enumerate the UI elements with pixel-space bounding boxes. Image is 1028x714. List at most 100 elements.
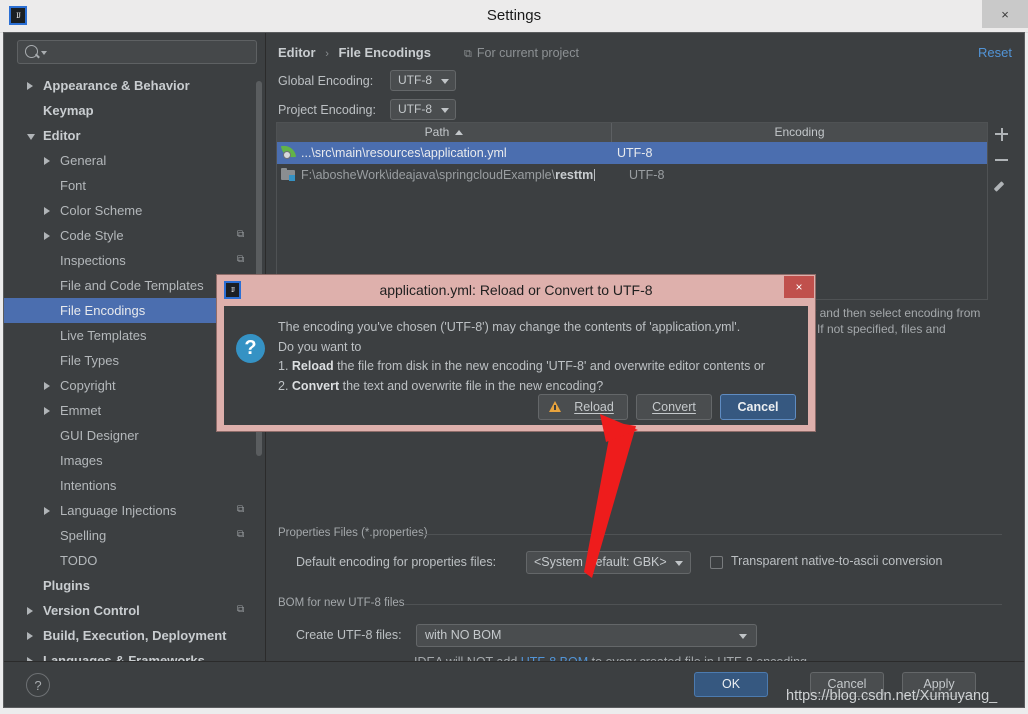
- breadcrumb-separator: ›: [325, 48, 329, 60]
- sort-ascending-icon: [455, 130, 464, 136]
- question-icon: ?: [236, 334, 265, 363]
- sidebar-item-build-execution-deployment[interactable]: Build, Execution, Deployment: [4, 623, 265, 648]
- convert-button[interactable]: Convert: [636, 394, 712, 420]
- chevron-right-icon[interactable]: [44, 507, 50, 515]
- sidebar-item-version-control[interactable]: Version Control ⧉: [4, 598, 265, 623]
- copy-settings-icon[interactable]: ⧉: [237, 229, 248, 241]
- sidebar-item-label: Spelling: [60, 528, 107, 543]
- add-encoding-button[interactable]: [989, 122, 1013, 146]
- chevron-down-icon[interactable]: [27, 134, 35, 140]
- sidebar-item-label: File and Code Templates: [60, 278, 204, 293]
- chevron-down-icon: [441, 108, 449, 113]
- table-row[interactable]: F:\abosheWork\ideajava\springcloudExampl…: [277, 164, 987, 186]
- modal-line4-rest: the text and overwrite file in the new e…: [339, 378, 604, 393]
- modal-message-line-2: Do you want to: [278, 339, 362, 354]
- table-toolbar: [989, 122, 1013, 300]
- create-utf8-files-select[interactable]: with NO BOM: [416, 624, 757, 647]
- sidebar-item-label: File Types: [60, 353, 120, 368]
- sidebar-item-label: Appearance & Behavior: [43, 78, 190, 93]
- checkbox-icon[interactable]: [710, 556, 723, 569]
- search-input[interactable]: [50, 43, 254, 63]
- sidebar-item-inspections[interactable]: Inspections ⧉: [4, 248, 265, 273]
- close-icon[interactable]: ×: [982, 0, 1028, 28]
- table-row[interactable]: ...\src\main\resources\application.yml U…: [277, 142, 987, 164]
- modal-button-row: Reload Convert Cancel: [224, 394, 808, 424]
- edit-encoding-button[interactable]: [989, 174, 1013, 198]
- window-title: Settings: [486, 7, 542, 24]
- sidebar-item-font[interactable]: Font: [4, 173, 265, 198]
- global-encoding-value: UTF-8: [398, 73, 432, 87]
- create-utf8-files-label: Create UTF-8 files:: [296, 628, 402, 642]
- sidebar-item-todo[interactable]: TODO: [4, 548, 265, 573]
- warning-icon-bang: [554, 405, 556, 410]
- text-cursor: [594, 169, 596, 181]
- pencil-icon: [993, 180, 1007, 192]
- project-encoding-select[interactable]: UTF-8: [390, 99, 456, 120]
- global-encoding-select[interactable]: UTF-8: [390, 70, 456, 91]
- for-current-project: ⧉ For current project: [464, 46, 579, 61]
- chevron-right-icon[interactable]: [44, 232, 50, 240]
- chevron-right-icon[interactable]: [27, 632, 33, 640]
- modal-line3-number: 1.: [278, 359, 292, 373]
- modal-cancel-button-label: Cancel: [737, 400, 779, 414]
- properties-group-title: Properties Files (*.properties): [278, 527, 428, 539]
- sidebar-item-intentions[interactable]: Intentions: [4, 473, 265, 498]
- reload-button[interactable]: Reload: [538, 394, 628, 420]
- modal-title: application.yml: Reload or Convert to UT…: [379, 282, 653, 298]
- modal-cancel-button[interactable]: Cancel: [720, 394, 796, 420]
- table-cell-path: F:\abosheWork\ideajava\springcloudExampl…: [301, 164, 596, 186]
- modal-line4-bold: Convert: [291, 378, 340, 393]
- sidebar-item-label: General: [60, 153, 107, 168]
- sidebar-item-label: Color Scheme: [60, 203, 143, 218]
- default-properties-encoding-select[interactable]: <System Default: GBK>: [526, 551, 691, 574]
- copy-settings-icon[interactable]: ⧉: [237, 254, 248, 266]
- create-utf8-files-value: with NO BOM: [425, 628, 502, 642]
- reload-or-convert-dialog: IJ application.yml: Reload or Convert to…: [216, 274, 816, 432]
- chevron-right-icon[interactable]: [44, 382, 50, 390]
- chevron-right-icon[interactable]: [44, 157, 50, 165]
- sidebar-item-plugins[interactable]: Plugins: [4, 573, 265, 598]
- sidebar-item-language-injections[interactable]: Language Injections ⧉: [4, 498, 265, 523]
- copy-settings-icon[interactable]: ⧉: [237, 504, 248, 516]
- modal-line3-bold: Reload: [291, 359, 334, 373]
- modal-message-line-3: 1. Reload the file from disk in the new …: [278, 357, 798, 377]
- project-encoding-value: UTF-8: [398, 102, 432, 116]
- help-button[interactable]: ?: [26, 673, 50, 697]
- sidebar-item-label: Copyright: [60, 378, 116, 393]
- modal-body: ? The encoding you've chosen ('UTF-8') m…: [224, 306, 808, 425]
- sidebar-item-keymap[interactable]: Keymap: [4, 98, 265, 123]
- chevron-right-icon[interactable]: [44, 407, 50, 415]
- transparent-native-to-ascii-label: Transparent native-to-ascii conversion: [731, 554, 943, 568]
- sidebar-item-spelling[interactable]: Spelling ⧉: [4, 523, 265, 548]
- sidebar-item-color-scheme[interactable]: Color Scheme: [4, 198, 265, 223]
- table-cell-encoding[interactable]: UTF-8: [617, 142, 652, 164]
- column-header-path-label: Path: [424, 125, 450, 139]
- reset-link[interactable]: Reset: [978, 45, 1012, 60]
- chevron-right-icon[interactable]: [27, 607, 33, 615]
- chevron-down-icon: [675, 561, 683, 566]
- column-header-encoding[interactable]: Encoding: [612, 123, 987, 142]
- default-properties-encoding-value: <System Default: GBK>: [534, 555, 667, 569]
- copy-settings-icon[interactable]: ⧉: [237, 529, 248, 541]
- sidebar-item-label: GUI Designer: [60, 428, 139, 443]
- sidebar-item-appearance-behavior[interactable]: Appearance & Behavior: [4, 73, 265, 98]
- chevron-down-icon[interactable]: [41, 51, 47, 55]
- breadcrumb-parent[interactable]: Editor: [278, 45, 316, 60]
- chevron-right-icon[interactable]: [27, 82, 33, 90]
- sidebar-item-code-style[interactable]: Code Style ⧉: [4, 223, 265, 248]
- reload-button-label: Reload: [574, 400, 614, 414]
- column-header-path[interactable]: Path: [277, 123, 612, 142]
- ok-button[interactable]: OK: [694, 672, 768, 697]
- copy-settings-icon[interactable]: ⧉: [237, 604, 248, 616]
- sidebar-item-general[interactable]: General: [4, 148, 265, 173]
- sidebar-item-editor[interactable]: Editor: [4, 123, 265, 148]
- sidebar-item-label: File Encodings: [60, 303, 146, 318]
- search-box[interactable]: [17, 40, 257, 64]
- sidebar-item-label: Build, Execution, Deployment: [43, 628, 227, 643]
- sidebar-item-images[interactable]: Images: [4, 448, 265, 473]
- chevron-right-icon[interactable]: [44, 207, 50, 215]
- table-cell-encoding[interactable]: UTF-8: [629, 164, 664, 186]
- remove-encoding-button[interactable]: [989, 148, 1013, 172]
- close-icon[interactable]: ×: [784, 276, 814, 298]
- sidebar-item-languages-frameworks[interactable]: Languages & Frameworks: [4, 648, 265, 662]
